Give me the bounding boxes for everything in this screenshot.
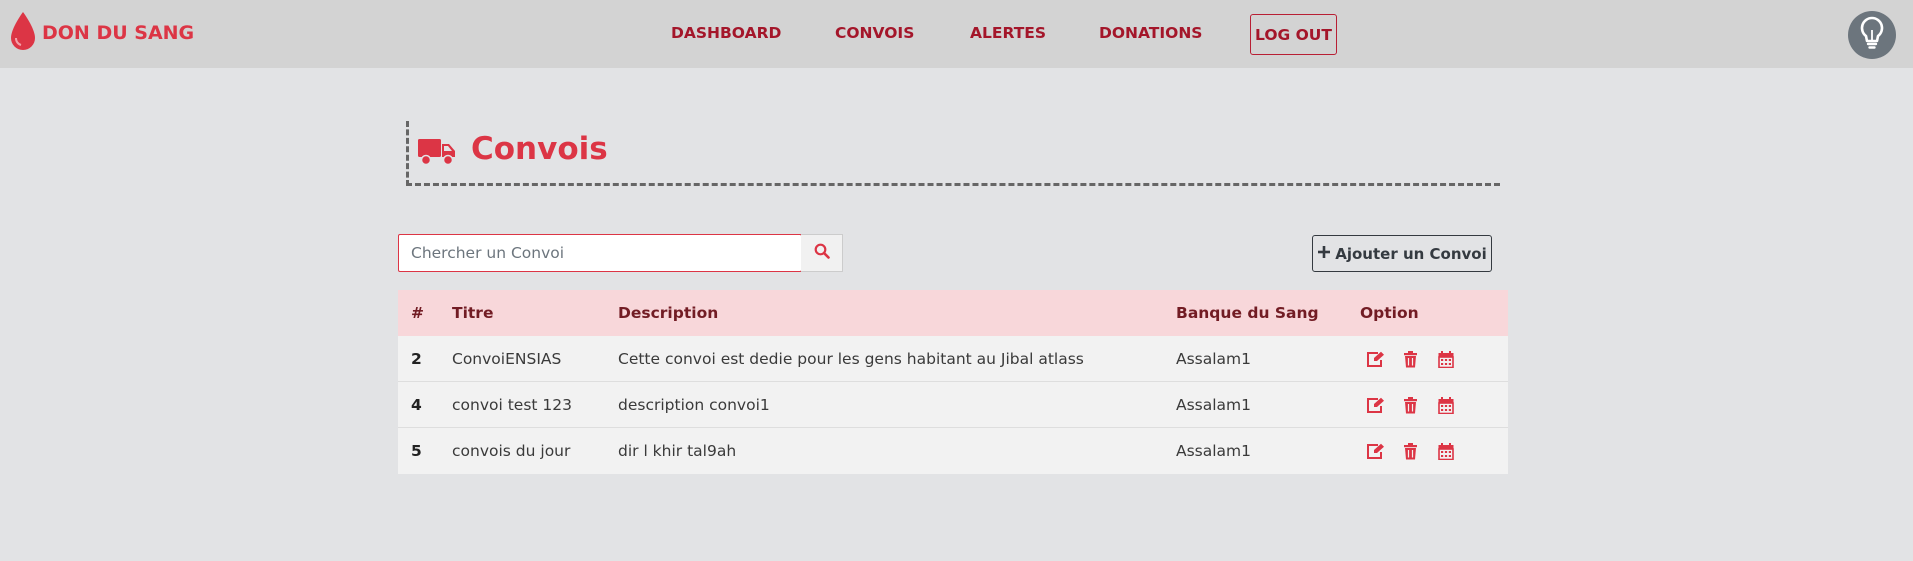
page-title-panel: Convois [406,121,1500,186]
search-icon [814,243,830,263]
row-description: Cette convoi est dedie pour les gens hab… [618,350,1084,368]
truck-icon [417,137,457,171]
table-row: 2 ConvoiENSIAS Cette convoi est dedie po… [398,336,1508,382]
row-actions [1366,382,1455,428]
convois-table: # Titre Description Banque du Sang Optio… [398,290,1508,474]
edit-icon[interactable] [1366,396,1385,415]
row-id: 2 [411,350,422,368]
search-input[interactable] [398,234,802,272]
header-id: # [411,304,424,322]
nav-dashboard[interactable]: DASHBOARD [671,0,781,68]
header-titre: Titre [452,304,494,322]
trash-icon[interactable] [1401,350,1420,369]
edit-icon[interactable] [1366,350,1385,369]
header-option: Option [1360,304,1419,322]
row-banque: Assalam1 [1176,350,1252,368]
row-titre: convoi test 123 [452,396,572,414]
row-titre: ConvoiENSIAS [452,350,562,368]
row-description: description convoi1 [618,396,770,414]
calendar-icon[interactable] [1436,350,1455,369]
trash-icon[interactable] [1401,396,1420,415]
navbar: DON DU SANG DASHBOARD CONVOIS ALERTES DO… [0,0,1913,68]
edit-icon[interactable] [1366,442,1385,461]
row-id: 5 [411,442,422,460]
row-description: dir l khir tal9ah [618,442,737,460]
row-banque: Assalam1 [1176,396,1252,414]
nav-alertes[interactable]: ALERTES [970,0,1046,68]
logout-button[interactable]: LOG OUT [1250,14,1337,55]
row-id: 4 [411,396,422,414]
logout-label: LOG OUT [1255,25,1332,44]
lightbulb-icon [1858,16,1886,54]
page-title: Convois [471,131,608,167]
table-row: 5 convois du jour dir l khir tal9ah Assa… [398,428,1508,474]
trash-icon[interactable] [1401,442,1420,461]
calendar-icon[interactable] [1436,442,1455,461]
header-description: Description [618,304,719,322]
plus-icon [1317,245,1331,263]
table-header: # Titre Description Banque du Sang Optio… [398,290,1508,336]
row-actions [1366,428,1455,474]
search-button[interactable] [801,234,843,272]
add-convoi-button[interactable]: Ajouter un Convoi [1312,235,1492,272]
row-titre: convois du jour [452,442,571,460]
add-convoi-label: Ajouter un Convoi [1335,244,1487,263]
blood-drop-icon [8,10,38,56]
table-row: 4 convoi test 123 description convoi1 As… [398,382,1508,428]
theme-toggle-button[interactable] [1848,11,1896,59]
nav-convois[interactable]: CONVOIS [835,0,914,68]
header-banque: Banque du Sang [1176,304,1319,322]
calendar-icon[interactable] [1436,396,1455,415]
row-actions [1366,336,1455,382]
row-banque: Assalam1 [1176,442,1252,460]
brand-name: DON DU SANG [42,22,195,44]
nav-donations[interactable]: DONATIONS [1099,0,1202,68]
brand-link[interactable]: DON DU SANG [8,12,194,54]
